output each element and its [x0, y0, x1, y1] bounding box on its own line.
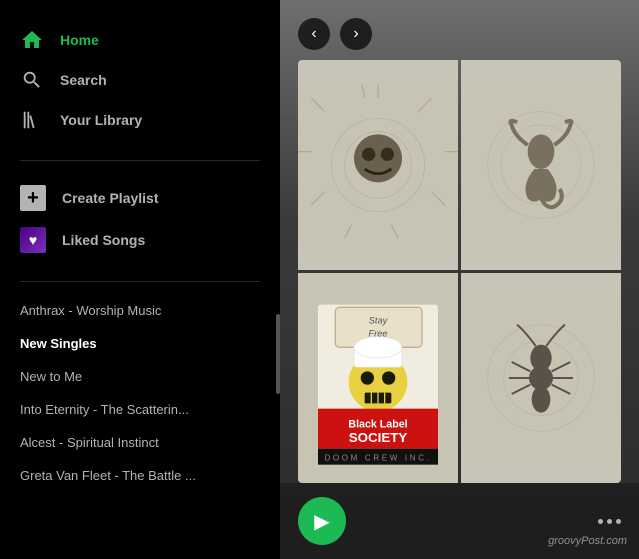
back-button[interactable]: ‹	[298, 18, 330, 50]
dot1	[598, 519, 603, 524]
search-label: Search	[60, 72, 107, 88]
album-grid: Stay Free Black Label SOCIETY	[298, 60, 621, 483]
liked-songs-item[interactable]: ♥ Liked Songs	[0, 219, 280, 261]
nav-section: Home Search Your Library	[0, 10, 280, 156]
album-cell-bl: Stay Free Black Label SOCIETY	[298, 273, 458, 483]
sidebar-item-home[interactable]: Home	[0, 20, 280, 60]
album-cell-tr	[461, 60, 621, 270]
playlist-divider	[20, 281, 260, 282]
playlist-section: Anthrax - Worship Music New Singles New …	[0, 294, 280, 559]
dot3	[616, 519, 621, 524]
nav-divider	[20, 160, 260, 161]
nav-arrows: ‹ ›	[280, 0, 639, 60]
album-cell-br	[461, 273, 621, 483]
list-item[interactable]: New to Me	[0, 360, 280, 393]
library-label: Your Library	[60, 112, 142, 128]
search-icon	[20, 68, 44, 92]
main-content: ‹ ›	[280, 0, 639, 559]
list-item[interactable]: Into Eternity - The Scatterin...	[0, 393, 280, 426]
home-label: Home	[60, 32, 99, 48]
play-button[interactable]: ▶	[298, 497, 346, 545]
create-playlist-item[interactable]: + Create Playlist	[0, 177, 280, 219]
svg-text:DOOM CREW INC.: DOOM CREW INC.	[324, 454, 431, 463]
forward-button[interactable]: ›	[340, 18, 372, 50]
sidebar: Home Search Your Library +	[0, 0, 280, 559]
svg-text:SOCIETY: SOCIETY	[349, 430, 408, 445]
action-section: + Create Playlist ♥ Liked Songs	[0, 177, 280, 277]
album-cell-tl	[298, 60, 458, 270]
plus-icon: +	[20, 185, 46, 211]
heart-icon: ♥	[20, 227, 46, 253]
sidebar-item-search[interactable]: Search	[0, 60, 280, 100]
liked-songs-label: Liked Songs	[62, 232, 145, 248]
create-playlist-label: Create Playlist	[62, 190, 159, 206]
list-item[interactable]: New Singles	[0, 327, 280, 360]
watermark: groovyPost.com	[548, 535, 627, 547]
bottom-bar: ▶	[280, 483, 639, 559]
home-icon	[20, 28, 44, 52]
dot2	[607, 519, 612, 524]
more-options-button[interactable]	[598, 519, 621, 524]
svg-text:Stay: Stay	[369, 315, 389, 325]
svg-text:Black Label: Black Label	[348, 418, 407, 430]
sidebar-item-library[interactable]: Your Library	[0, 100, 280, 140]
library-icon	[20, 108, 44, 132]
list-item[interactable]: Greta Van Fleet - The Battle ...	[0, 459, 280, 492]
list-item[interactable]: Anthrax - Worship Music	[0, 294, 280, 327]
list-item[interactable]: Alcest - Spiritual Instinct	[0, 426, 280, 459]
